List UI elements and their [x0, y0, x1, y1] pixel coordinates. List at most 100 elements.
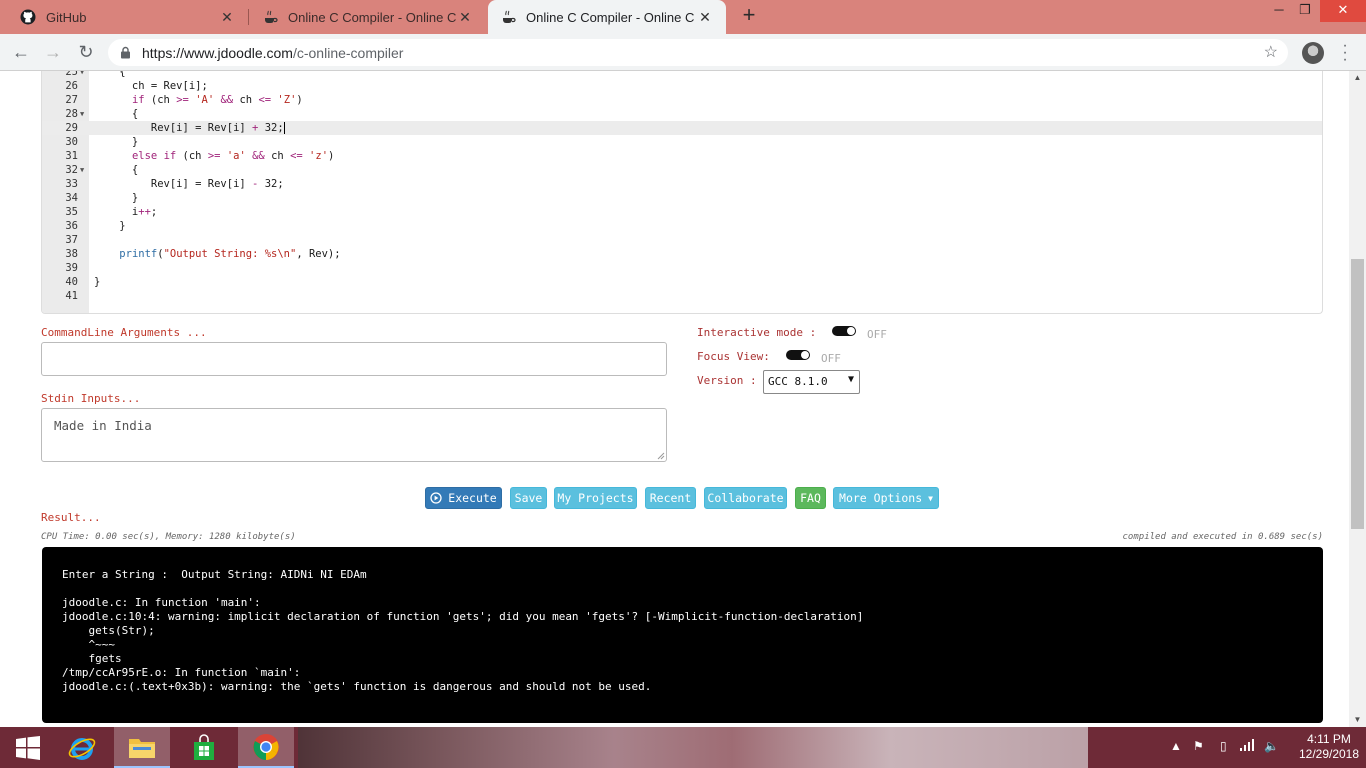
stdin-textarea[interactable]: Made in India — [41, 408, 667, 462]
window-close-button[interactable]: ✕ — [1320, 0, 1366, 22]
tab-jdoodle-1[interactable]: Online C Compiler - Online C Edi ✕ — [250, 0, 486, 34]
code-line[interactable]: 37 — [42, 233, 1322, 247]
resize-handle-icon[interactable] — [657, 452, 665, 460]
browser-toolbar: ← → ↻ https://www.jdoodle.com/c-online-c… — [0, 34, 1366, 71]
code-line[interactable]: 40} — [42, 275, 1322, 289]
show-hidden-icons-icon[interactable]: ▲ — [1170, 739, 1182, 753]
code-text: } — [94, 192, 139, 204]
focus-view-label: Focus View: — [697, 350, 770, 363]
code-line[interactable]: 33 Rev[i] = Rev[i] - 32; — [42, 177, 1322, 191]
page-viewport: 25 ▼ {26 ch = Rev[i]; 27 if (ch >= 'A' && … — [0, 71, 1349, 727]
code-line[interactable]: 41 — [42, 289, 1322, 303]
code-editor[interactable]: 25 ▼ {26 ch = Rev[i]; 27 if (ch >= 'A' && … — [41, 71, 1323, 314]
code-line[interactable]: 27 if (ch >= 'A' && ch <= 'Z') — [42, 93, 1322, 107]
code-line[interactable]: 26 ch = Rev[i]; — [42, 79, 1322, 93]
more-options-button[interactable]: More Options ▼ — [833, 487, 939, 509]
fold-arrow-icon[interactable]: ▼ — [80, 107, 84, 121]
battery-icon[interactable]: ▯ — [1220, 739, 1227, 753]
windows-start-icon[interactable] — [0, 727, 56, 768]
stdin-label: Stdin Inputs... — [41, 392, 141, 405]
store-icon[interactable] — [176, 727, 232, 768]
version-select[interactable]: GCC 8.1.0 ▼ — [763, 370, 860, 394]
code-text: { — [94, 71, 126, 78]
bookmark-star-icon[interactable]: ☆ — [1264, 42, 1278, 62]
page-scrollbar[interactable]: ▲ ▼ — [1349, 71, 1366, 727]
code-line[interactable]: 39 — [42, 261, 1322, 275]
scroll-down-arrow-icon[interactable]: ▼ — [1349, 713, 1366, 727]
code-text: else if (ch >= 'a' && ch <= 'z') — [131, 150, 335, 162]
restore-button[interactable]: ❐ — [1290, 0, 1320, 22]
tab-separator — [248, 9, 249, 25]
recent-button[interactable]: Recent — [645, 487, 696, 509]
internet-explorer-icon[interactable] — [54, 727, 110, 768]
text-cursor — [283, 122, 285, 134]
code-line[interactable]: 30 } — [42, 135, 1322, 149]
line-number: 37 — [65, 234, 78, 246]
scroll-up-arrow-icon[interactable]: ▲ — [1349, 71, 1366, 85]
line-number: 27 — [65, 94, 78, 106]
clock-date: 12/29/2018 — [1298, 747, 1360, 761]
reload-icon[interactable]: ↻ — [75, 42, 97, 64]
code-text: ch = Rev[i]; — [94, 80, 208, 92]
code-line[interactable]: 28 ▼ { — [42, 107, 1322, 121]
code-line[interactable]: 25 ▼ { — [42, 71, 1322, 79]
close-tab-icon[interactable]: ✕ — [696, 9, 714, 26]
line-number: 33 — [65, 178, 78, 190]
code-line[interactable]: 31 else if (ch >= 'a' && ch <= 'z') — [42, 149, 1322, 163]
jdoodle-icon — [500, 9, 516, 25]
fold-arrow-icon[interactable]: ▼ — [80, 163, 84, 177]
line-number: 30 — [65, 136, 78, 148]
code-text: if (ch >= 'A' && ch <= 'Z') — [131, 94, 303, 106]
line-number: 39 — [65, 262, 78, 274]
code-line[interactable]: 38 printf("Output String: %s\n", Rev); — [42, 247, 1322, 261]
line-number: 31 — [65, 150, 78, 162]
code-line[interactable]: 35 i++; — [42, 205, 1322, 219]
interactive-mode-state: OFF — [867, 328, 887, 341]
chrome-menu-icon[interactable]: · · · — [1340, 38, 1350, 68]
interactive-mode-toggle[interactable] — [832, 326, 856, 336]
jdoodle-icon — [262, 9, 278, 25]
volume-icon[interactable]: 🔈 — [1264, 739, 1279, 753]
dropdown-caret-icon: ▼ — [847, 374, 854, 385]
save-button[interactable]: Save — [510, 487, 547, 509]
code-text: } — [94, 220, 126, 232]
tab-title: Online C Compiler - Online C Edi — [526, 9, 696, 25]
close-tab-icon[interactable]: ✕ — [218, 9, 236, 26]
execute-button[interactable]: Execute — [425, 487, 502, 509]
address-bar[interactable]: https://www.jdoodle.com/c-online-compile… — [108, 39, 1288, 66]
chrome-icon[interactable] — [238, 727, 294, 768]
code-line[interactable]: 32 ▼ { — [42, 163, 1322, 177]
tab-github[interactable]: GitHub ✕ — [8, 0, 248, 34]
new-tab-button[interactable]: + — [738, 4, 760, 27]
code-line[interactable]: 36 } — [42, 219, 1322, 233]
compile-info: compiled and executed in 0.689 sec(s) — [1122, 532, 1323, 542]
profile-avatar[interactable] — [1302, 42, 1324, 64]
line-number: 25 — [65, 71, 78, 78]
my-projects-button[interactable]: My Projects — [554, 487, 637, 509]
caret-down-icon: ▼ — [928, 493, 933, 503]
faq-button[interactable]: FAQ — [795, 487, 826, 509]
code-line[interactable]: 29 Rev[i] = Rev[i] + 32; — [42, 121, 1322, 135]
fold-arrow-icon[interactable]: ▼ — [80, 71, 84, 79]
file-explorer-icon[interactable] — [114, 727, 170, 768]
cmdline-input[interactable] — [41, 342, 667, 376]
line-number: 36 — [65, 220, 78, 232]
cmdline-label: CommandLine Arguments ... — [41, 326, 207, 339]
collaborate-button[interactable]: Collaborate — [704, 487, 787, 509]
code-text: i++; — [94, 206, 158, 218]
scrollbar-thumb[interactable] — [1351, 259, 1364, 529]
line-number: 26 — [65, 80, 78, 92]
tab-jdoodle-2[interactable]: Online C Compiler - Online C Edi ✕ — [488, 0, 726, 34]
back-arrow-icon[interactable]: ← — [10, 42, 32, 64]
code-line[interactable]: 34 } — [42, 191, 1322, 205]
code-text: { — [94, 164, 139, 176]
line-number: 35 — [65, 206, 78, 218]
focus-view-toggle[interactable] — [786, 350, 810, 360]
system-clock[interactable]: 4:11 PM 12/29/2018 — [1296, 732, 1362, 762]
close-tab-icon[interactable]: ✕ — [456, 9, 474, 26]
line-number: 40 — [65, 276, 78, 288]
network-signal-icon[interactable] — [1240, 739, 1256, 754]
forward-arrow-icon[interactable]: → — [42, 42, 64, 64]
lock-icon — [120, 46, 132, 59]
flag-notification-icon[interactable]: ⚑ — [1193, 739, 1204, 753]
